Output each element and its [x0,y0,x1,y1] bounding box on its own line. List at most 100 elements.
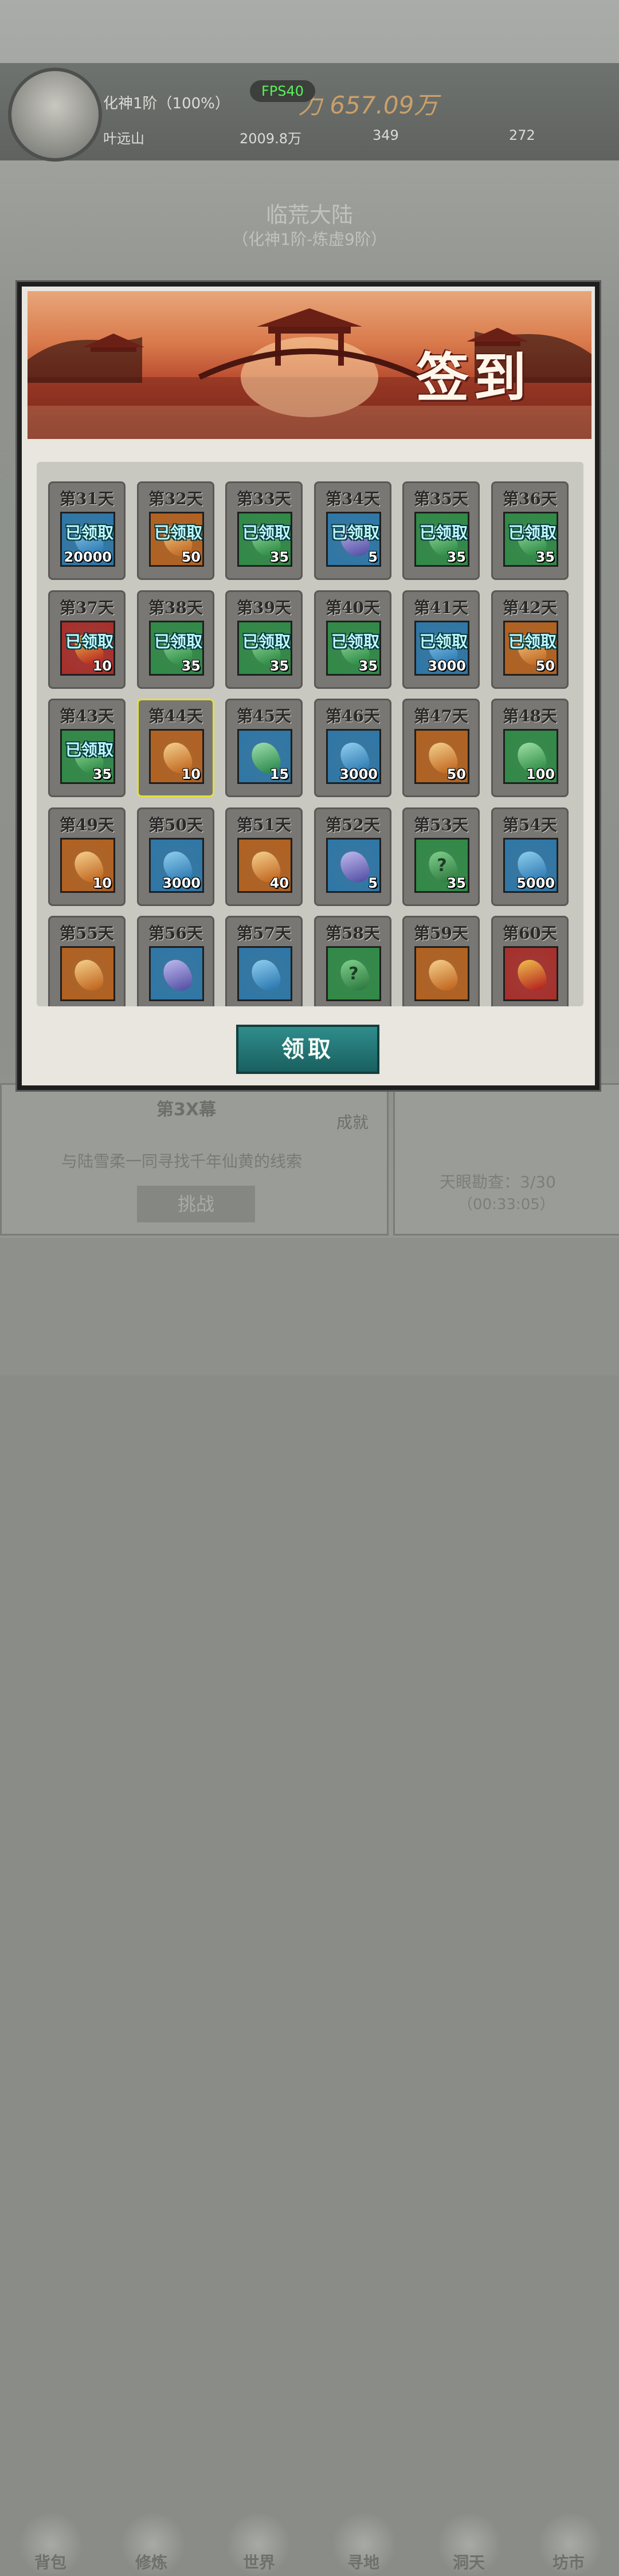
signin-day-cell[interactable]: 第32天 50 已领取 [137,481,214,580]
reward-tile[interactable]: 35 已领取 [60,729,115,784]
signin-day-cell[interactable]: 第37天 10 已领取 [48,590,126,689]
day-label: 第60天 [503,924,557,943]
signin-day-cell[interactable]: 第53天? 35 [402,807,480,906]
signin-day-cell[interactable]: 第50天 3000 [137,807,214,906]
signin-day-cell[interactable]: 第57天 [225,916,303,1006]
signin-day-cell[interactable]: 第54天 5000 [491,807,569,906]
reward-tile[interactable]: 3000 已领取 [414,621,469,676]
signin-day-cell[interactable]: 第34天 5 已领取 [314,481,391,580]
signin-day-cell[interactable]: 第35天 35 已领取 [402,481,480,580]
signin-day-cell[interactable]: 第42天 50 已领取 [491,590,569,689]
reward-tile[interactable]: 10 [60,838,115,893]
gold-count: 349 [373,127,399,143]
signin-day-cell[interactable]: 第36天 35 已领取 [491,481,569,580]
reward-tile[interactable]: 35 已领取 [414,512,469,567]
day-label: 第58天 [326,924,380,943]
nav-label-cave: 洞天 [453,2553,485,2572]
reward-tile[interactable]: 3000 [326,729,381,784]
reward-tile[interactable] [503,946,558,1001]
reward-tile[interactable]: 50 已领取 [149,512,204,567]
question-mark-icon: ? [348,964,359,984]
reward-tile[interactable]: 100 [503,729,558,784]
achievement-label[interactable]: 成就 [336,1110,369,1133]
reward-tile[interactable]: 20000 已领取 [60,512,115,567]
day-label: 第57天 [237,924,291,943]
reward-quantity: 10 [92,875,112,891]
day-label: 第34天 [326,489,380,508]
signin-day-cell[interactable]: 第49天 10 [48,807,126,906]
reward-quantity: 35 [269,658,289,674]
question-mark-icon: ? [437,856,447,876]
claimed-stamp: 已领取 [419,632,468,651]
signin-day-cell[interactable]: 第33天 35 已领取 [225,481,303,580]
reward-tile[interactable]: 10 [149,729,204,784]
signin-day-cell[interactable]: 第51天 40 [225,807,303,906]
reward-tile[interactable] [60,946,115,1001]
orange-stone-icon [70,955,107,995]
nav-label-bag: 背包 [34,2553,67,2572]
signin-day-cell[interactable]: 第46天 3000 [314,699,391,797]
tianyan-panel: 天眼勘查：3/30 （00:33:05） [393,1083,619,1236]
reward-quantity: 5 [368,875,378,891]
reward-tile[interactable]: ? [326,946,381,1001]
signin-day-cell[interactable]: 第41天 3000 已领取 [402,590,480,689]
avatar[interactable] [8,68,102,162]
reward-tile[interactable]: 35 已领取 [149,621,204,676]
fps-counter: FPS40 [250,80,315,102]
reward-tile[interactable] [414,946,469,1001]
signin-day-cell[interactable]: 第52天 5 [314,807,391,906]
reward-tile[interactable] [237,946,292,1001]
reward-tile[interactable]: 35 已领取 [237,512,292,567]
day-label: 第42天 [503,598,557,617]
signin-day-cell[interactable]: 第55天 [48,916,126,1006]
day-label: 第43天 [60,707,114,726]
reward-tile[interactable]: 50 [414,729,469,784]
reward-tile[interactable]: 35 已领取 [503,512,558,567]
reward-tile[interactable]: 15 [237,729,292,784]
signin-title: 签到 [416,347,531,409]
reward-tile[interactable]: 3000 [149,838,204,893]
reward-quantity: 35 [358,658,378,674]
blue-crystal-icon [248,955,284,995]
reward-tile[interactable]: 10 已领取 [60,621,115,676]
day-label: 第59天 [414,924,468,943]
reward-quantity: 35 [446,549,466,565]
reward-tile[interactable]: 5 已领取 [326,512,381,567]
signin-day-cell[interactable]: 第44天 10 [137,699,214,797]
claim-button[interactable]: 领取 [236,1025,379,1074]
day-label: 第47天 [414,707,468,726]
signin-day-cell[interactable]: 第43天 35 已领取 [48,699,126,797]
reward-tile[interactable]: 5000 [503,838,558,893]
reward-quantity: 20000 [64,549,112,565]
reward-tile[interactable]: 50 已领取 [503,621,558,676]
signin-day-cell[interactable]: 第48天 100 [491,699,569,797]
reward-tile[interactable]: 35 已领取 [237,621,292,676]
signin-day-cell[interactable]: 第47天 50 [402,699,480,797]
signin-day-cell[interactable]: 第31天 20000 已领取 [48,481,126,580]
signin-day-cell[interactable]: 第38天 35 已领取 [137,590,214,689]
day-label: 第36天 [503,489,557,508]
reward-quantity: 35 [446,875,466,891]
reward-tile[interactable]: ? 35 [414,838,469,893]
reward-tile[interactable]: 40 [237,838,292,893]
reward-tile[interactable]: 5 [326,838,381,893]
signin-day-cell[interactable]: 第45天 15 [225,699,303,797]
reward-tile[interactable]: 35 已领取 [326,621,381,676]
signin-day-cell[interactable]: 第60天 [491,916,569,1006]
reward-tile[interactable] [149,946,204,1001]
signin-day-cell[interactable]: 第59天 [402,916,480,1006]
signin-day-cell[interactable]: 第58天? [314,916,391,1006]
signin-day-cell[interactable]: 第40天 35 已领取 [314,590,391,689]
signin-day-cell[interactable]: 第39天 35 已领取 [225,590,303,689]
realm-level: 化神1阶（100%） [103,95,230,112]
signin-grid[interactable]: 第31天 20000 已领取 第32天 50 已领取 第33天 35 已领取 第34天 5 已领取 第3… [37,462,583,1006]
claimed-stamp: 已领取 [508,632,557,651]
day-label: 第46天 [326,707,380,726]
reward-quantity: 3000 [428,658,466,674]
claimed-stamp: 已领取 [154,632,202,651]
signin-day-cell[interactable]: 第56天 [137,916,214,1006]
reward-quantity: 10 [181,766,201,782]
claimed-stamp: 已领取 [242,523,291,542]
challenge-button[interactable]: 挑战 [137,1186,255,1222]
reward-quantity: 40 [269,875,289,891]
